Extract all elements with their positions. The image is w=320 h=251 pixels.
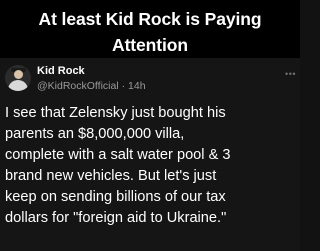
avatar[interactable] [5, 65, 31, 91]
headline-line-2: Attention [112, 35, 188, 55]
post-text-line: complete with a salt water pool & 3 [5, 147, 231, 163]
post-timestamp[interactable]: 14h [128, 80, 146, 92]
headline-banner: At least Kid Rock is Paying Attention [0, 0, 300, 58]
post-text-line: I see that Zelensky just bought his [5, 105, 226, 121]
post-text-line: brand new vehicles. But let's just [5, 168, 217, 184]
post-text-line: dollars for "foreign aid to Ukraine." [5, 210, 227, 226]
meta-separator: · [118, 80, 129, 92]
headline-line-1: At least Kid Rock is Paying [38, 9, 262, 29]
post-card: Kid Rock @KidRockOfficial · 14h ••• I se… [0, 58, 300, 251]
author-handle[interactable]: @KidRockOfficial [37, 80, 119, 92]
post-text-line: parents an $8,000,000 villa, [5, 126, 185, 142]
author-meta: @KidRockOfficial · 14h [37, 80, 146, 93]
post-text-line: keep on sending billions of our tax [5, 189, 226, 205]
post-body: I see that Zelensky just bought his pare… [5, 103, 297, 229]
author-name[interactable]: Kid Rock [37, 65, 85, 78]
more-dots-icon[interactable]: ••• [285, 70, 296, 79]
